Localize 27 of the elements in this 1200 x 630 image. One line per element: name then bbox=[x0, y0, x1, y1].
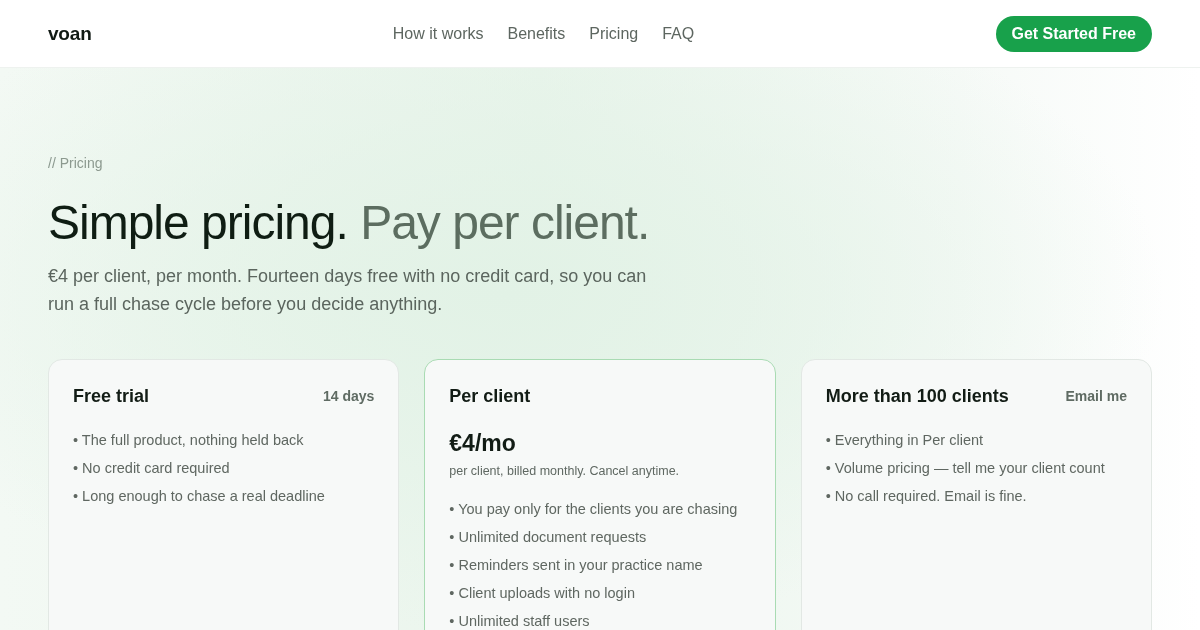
feature-item: • Reminders sent in your practice name bbox=[449, 556, 704, 575]
nav-link[interactable]: FAQ bbox=[662, 24, 695, 43]
feature-item: • Volume pricing — tell me your client count bbox=[825, 459, 1106, 478]
feature-item: • The full product, nothing held back bbox=[73, 431, 305, 450]
plan-tag: 14 days bbox=[322, 388, 375, 404]
feature-item: • Unlimited document requests bbox=[449, 528, 648, 547]
feature-item: • Client uploads with no login bbox=[449, 584, 636, 603]
nav-link[interactable]: Benefits bbox=[507, 24, 566, 43]
feature-item: • Long enough to chase a real deadline bbox=[73, 487, 326, 506]
feature-item: • Unlimited staff users bbox=[449, 612, 591, 630]
nav-link[interactable]: How it works bbox=[392, 24, 484, 43]
feature-item: • No credit card required bbox=[73, 459, 231, 478]
price-note: per client, billed monthly. Cancel anytime. bbox=[449, 463, 681, 480]
plan-tag: Email me bbox=[1065, 388, 1127, 404]
nav-link[interactable]: Pricing bbox=[589, 24, 639, 43]
feature-item: • Everything in Per client bbox=[825, 431, 985, 450]
plan-name: More than 100 clients bbox=[825, 385, 1009, 408]
intro-text: €4 per client, per month. Fourteen days free with no credit card, so you can run a full chase cycle before you decide anything. bbox=[48, 265, 648, 316]
feature-item: • No call required. Email is fine. bbox=[825, 487, 1028, 506]
page-heading: Simple pricing. Pay per client. bbox=[48, 196, 650, 249]
plan-name: Free trial bbox=[73, 385, 150, 408]
plan-name: Per client bbox=[449, 385, 531, 408]
plan-price: €4/mo bbox=[449, 429, 517, 458]
logo[interactable]: voan bbox=[48, 22, 92, 45]
section-label: // Pricing bbox=[48, 154, 103, 172]
get-started-button[interactable]: Get Started Free bbox=[995, 15, 1152, 52]
feature-item: • You pay only for the clients you are chasing bbox=[449, 500, 739, 519]
